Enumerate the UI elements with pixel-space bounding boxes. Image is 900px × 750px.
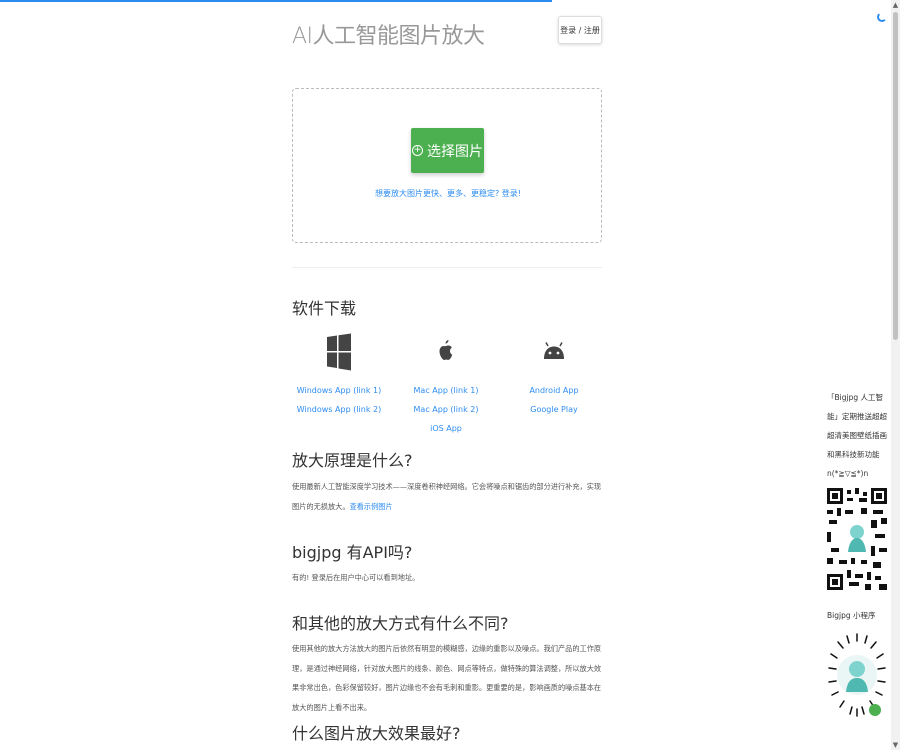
android-app-link[interactable]: Android App — [504, 381, 604, 400]
mac-app-link-2[interactable]: Mac App (link 2) — [396, 400, 496, 419]
android-icon — [539, 330, 569, 374]
google-play-link[interactable]: Google Play — [504, 400, 604, 419]
windows-app-link-2[interactable]: Windows App (link 2) — [289, 400, 389, 419]
select-image-label: 选择图片 — [427, 143, 483, 160]
faq-difference-heading: 和其他的放大方式有什么不同? — [292, 614, 509, 633]
upload-login-hint-link[interactable]: 想要放大图片更快、更多、更稳定? 登录! — [293, 188, 603, 199]
faq-best-images-heading: 什么图片放大效果最好? — [292, 724, 461, 743]
select-image-button[interactable]: + 选择图片 — [411, 128, 484, 173]
windows-icon — [324, 330, 354, 374]
ios-app-link[interactable]: iOS App — [396, 419, 496, 438]
android-download-column: Android App Google Play — [504, 330, 604, 419]
upload-dropzone[interactable]: + 选择图片 想要放大图片更快、更多、更稳定? 登录! — [292, 88, 602, 243]
loading-spinner-icon — [877, 12, 887, 22]
view-examples-link[interactable]: 查看示例图片 — [350, 502, 393, 511]
loading-progress-bar — [0, 0, 552, 2]
login-register-button[interactable]: 登录 / 注册 — [558, 16, 602, 44]
faq-api-text: 有的! 登录后在用户中心可以看到地址。 — [292, 573, 420, 582]
mini-program-label: Bigjpg 小程序 — [827, 611, 876, 620]
apple-icon — [431, 330, 461, 374]
scroll-down-arrow-icon[interactable]: ▼ — [891, 740, 900, 750]
scroll-up-arrow-icon[interactable]: ▲ — [891, 0, 900, 10]
apple-download-column: Mac App (link 1) Mac App (link 2) iOS Ap… — [396, 330, 496, 438]
scrollbar-thumb[interactable] — [893, 12, 898, 340]
faq-principle-text: 使用最新人工智能深度学习技术——深度卷积神经网络。它会将噪点和锯齿的部分进行补充… — [292, 477, 602, 516]
faq-principle-body: 使用最新人工智能深度学习技术——深度卷积神经网络。它会将噪点和锯齿的部分进行补充… — [292, 482, 602, 511]
section-divider — [292, 267, 602, 268]
faq-difference-text: 使用其他的放大方法放大的图片后依然有明显的模糊感，边缘的重影以及噪点。我们产品的… — [292, 644, 602, 712]
wechat-promo-text: 「Bigjpg 人工智能」定期推送超超超清美图壁纸插画和黑科技新功能 n(*≧▽… — [827, 393, 887, 478]
mini-program-code — [827, 632, 887, 732]
wechat-qr-code — [827, 488, 887, 590]
windows-app-link-1[interactable]: Windows App (link 1) — [289, 381, 389, 400]
faq-api-heading: bigjpg 有API吗? — [292, 543, 413, 562]
add-circle-icon: + — [412, 145, 423, 156]
page-title: AI人工智能图片放大 — [292, 24, 485, 49]
faq-principle-heading: 放大原理是什么? — [292, 451, 413, 470]
windows-download-column: Windows App (link 1) Windows App (link 2… — [289, 330, 389, 419]
downloads-section: Windows App (link 1) Windows App (link 2… — [292, 330, 602, 440]
downloads-heading: 软件下载 — [292, 299, 357, 318]
mac-app-link-1[interactable]: Mac App (link 1) — [396, 381, 496, 400]
